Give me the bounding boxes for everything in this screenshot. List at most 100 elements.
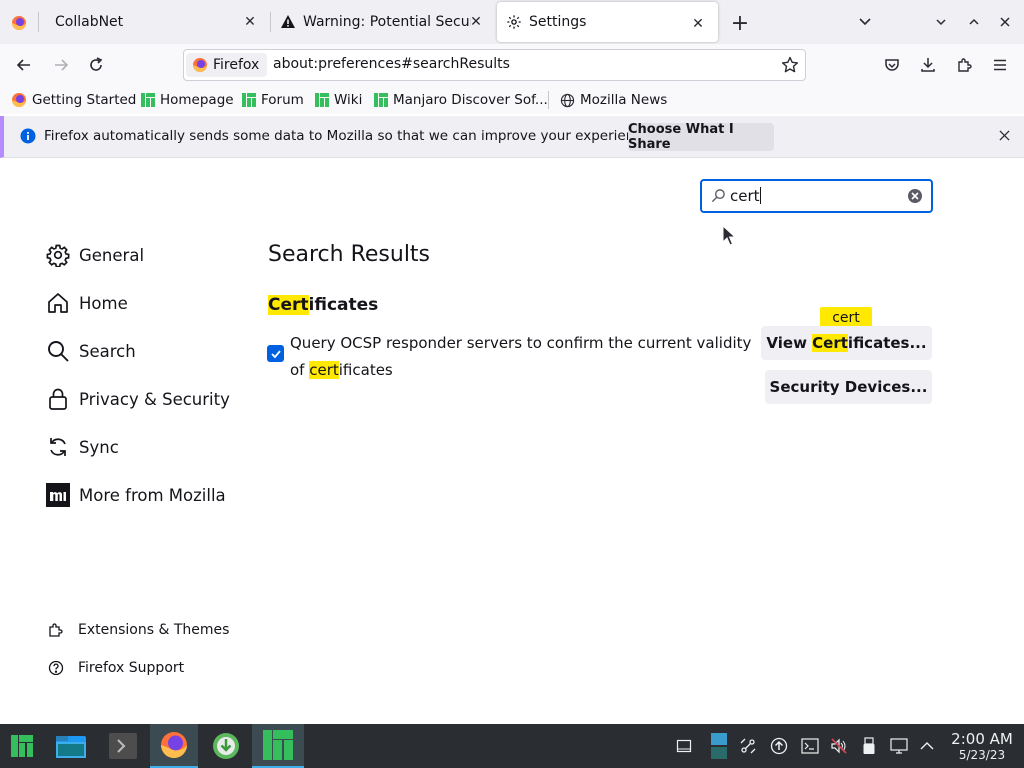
- forward-icon[interactable]: [49, 53, 73, 77]
- info-icon: [20, 128, 36, 144]
- downloads-icon[interactable]: [916, 53, 940, 77]
- footer-label: Firefox Support: [78, 660, 185, 676]
- tab-title: Warning: Potential Security Risk Ahead: [303, 14, 471, 30]
- tab-title: CollabNet: [55, 14, 124, 30]
- minimize-icon[interactable]: [930, 11, 952, 33]
- bookmark-label: Homepage: [160, 92, 234, 108]
- home-icon: [46, 291, 70, 315]
- extensions-themes-link[interactable]: Extensions & Themes: [48, 619, 229, 641]
- new-tab-icon[interactable]: +: [728, 11, 752, 36]
- extensions-icon[interactable]: [952, 53, 976, 77]
- manjaro-app-icon[interactable]: [252, 724, 304, 768]
- firefox-icon: [11, 92, 27, 108]
- bookmark-homepage[interactable]: Homepage: [141, 90, 234, 110]
- category-label: More from Mozilla: [79, 485, 226, 505]
- puzzle-icon: [48, 622, 64, 638]
- url-text[interactable]: about:preferences#searchResults: [273, 56, 510, 72]
- manjaro-icon: [242, 93, 256, 107]
- gear-icon: [506, 14, 522, 30]
- gear-icon: [46, 243, 70, 267]
- clear-search-icon[interactable]: [907, 188, 923, 204]
- bookmark-separator: [548, 91, 549, 109]
- button-text: View: [766, 334, 813, 352]
- bookmark-mozilla-news[interactable]: Mozilla News: [560, 90, 667, 110]
- tab-warning[interactable]: Warning: Potential Security Risk Ahead ✕: [271, 0, 494, 44]
- taskbar: 2:00 AM 5/23/23: [0, 724, 1024, 768]
- navigation-toolbar: Firefox about:preferences#searchResults: [0, 44, 1024, 86]
- bookmark-label: Getting Started: [32, 92, 137, 108]
- clock-time: 2:00 AM: [951, 730, 1013, 748]
- file-manager-icon[interactable]: [48, 724, 94, 768]
- firefox-taskbar-icon[interactable]: [150, 724, 198, 768]
- identity-box[interactable]: Firefox: [186, 53, 268, 77]
- usb-device-icon[interactable]: [859, 736, 879, 756]
- tab-title: Settings: [529, 14, 587, 30]
- pocket-icon[interactable]: [880, 53, 904, 77]
- category-more-from-mozilla[interactable]: More from Mozilla: [46, 480, 226, 510]
- bookmark-manjaro-discover[interactable]: Manjaro Discover Sof...: [374, 90, 548, 110]
- mozilla-icon: [46, 483, 70, 507]
- search-highlight: cert: [309, 361, 339, 379]
- bookmark-getting-started[interactable]: Getting Started: [11, 90, 136, 110]
- back-icon[interactable]: [12, 53, 36, 77]
- category-sync[interactable]: Sync: [46, 432, 119, 462]
- search-highlight: Cert: [268, 295, 309, 315]
- security-devices-button[interactable]: Security Devices...: [765, 370, 932, 404]
- category-label: Privacy & Security: [79, 389, 230, 409]
- terminal-icon[interactable]: [100, 724, 146, 768]
- manjaro-menu-icon[interactable]: [0, 724, 44, 768]
- ocsp-checkbox-label[interactable]: Query OCSP responder servers to confirm …: [290, 330, 755, 384]
- virtual-desktop-icon[interactable]: [707, 730, 731, 762]
- downloader-icon[interactable]: [202, 724, 250, 768]
- clock-date: 5/23/23: [958, 748, 1006, 762]
- category-label: General: [79, 245, 145, 265]
- bookmark-star-icon[interactable]: [781, 56, 799, 74]
- preferences-page: cert General Home Search Privacy & Secur…: [0, 160, 1024, 724]
- manjaro-icon: [141, 93, 155, 107]
- category-privacy-security[interactable]: Privacy & Security: [46, 384, 230, 414]
- category-search[interactable]: Search: [46, 336, 136, 366]
- view-certificates-button[interactable]: View Cert ificates...: [761, 326, 932, 360]
- category-label: Sync: [79, 437, 119, 457]
- tab-settings[interactable]: Settings ✕: [497, 2, 718, 42]
- tab-collabnet[interactable]: CollabNet ✕: [40, 0, 270, 44]
- warning-icon: [280, 14, 296, 30]
- close-icon[interactable]: ✕: [466, 12, 486, 32]
- footer-label: Extensions & Themes: [78, 622, 230, 638]
- menu-icon[interactable]: [988, 53, 1012, 77]
- clock[interactable]: 2:00 AM 5/23/23: [944, 730, 1020, 763]
- volume-muted-icon[interactable]: [829, 736, 849, 756]
- bookmark-forum[interactable]: Forum: [242, 90, 304, 110]
- sync-icon: [46, 435, 70, 459]
- close-icon[interactable]: ✕: [240, 12, 260, 32]
- show-desktop-icon[interactable]: [674, 736, 694, 756]
- updates-icon[interactable]: [769, 736, 789, 756]
- bookmark-wiki[interactable]: Wiki: [315, 90, 362, 110]
- tab-strip: CollabNet ✕ Warning: Potential Security …: [0, 0, 1024, 44]
- list-all-tabs-icon[interactable]: [854, 11, 876, 33]
- close-icon[interactable]: [996, 127, 1012, 143]
- preferences-search-input[interactable]: cert: [700, 179, 933, 213]
- help-icon: [48, 660, 64, 676]
- firefox-view-icon[interactable]: [8, 12, 30, 34]
- notification-text: Firefox automatically sends some data to…: [44, 128, 655, 144]
- category-home[interactable]: Home: [46, 288, 128, 318]
- close-icon[interactable]: ✕: [688, 14, 708, 34]
- bookmark-label: Forum: [261, 92, 304, 108]
- ocsp-checkbox[interactable]: [267, 345, 284, 362]
- reload-icon[interactable]: [84, 53, 108, 77]
- choose-what-i-share-button[interactable]: Choose What I Share: [628, 122, 774, 152]
- firefox-support-link[interactable]: Firefox Support: [48, 657, 184, 679]
- konsole-tray-icon[interactable]: [800, 736, 820, 756]
- bookmark-label: Wiki: [334, 92, 363, 108]
- maximize-icon[interactable]: [963, 11, 985, 33]
- close-window-icon[interactable]: [994, 11, 1016, 33]
- kde-connect-icon[interactable]: [738, 736, 758, 756]
- expand-tray-icon[interactable]: [917, 736, 937, 756]
- category-general[interactable]: General: [46, 240, 144, 270]
- network-icon[interactable]: [889, 736, 909, 756]
- telemetry-notification: Firefox automatically sends some data to…: [0, 116, 1024, 158]
- manjaro-icon: [374, 93, 388, 107]
- search-highlight: Cert: [812, 334, 848, 352]
- url-bar[interactable]: Firefox about:preferences#searchResults: [183, 49, 806, 81]
